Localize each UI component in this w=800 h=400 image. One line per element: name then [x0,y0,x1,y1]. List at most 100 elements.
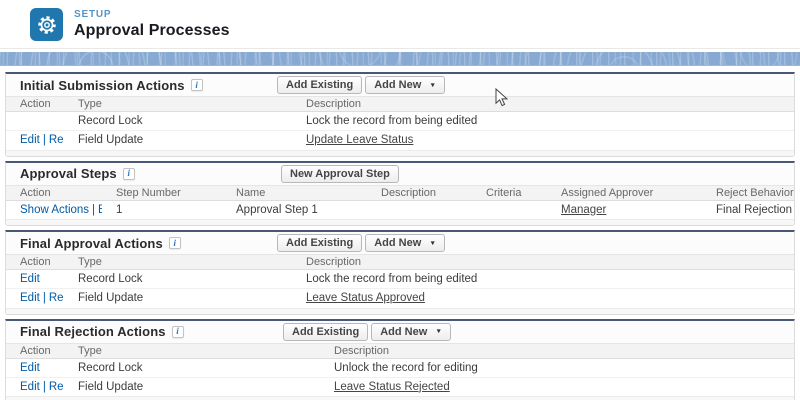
column-header-action: Action [6,184,102,201]
add-new-button[interactable]: Add New ▼ [371,322,452,341]
column-header-row: Action Step Number Name Description Crit… [6,184,794,201]
description-cell: Leave Status Approved [292,288,794,308]
column-header-type: Type [64,342,320,359]
table-row: Record Lock Lock the record from being e… [6,111,794,131]
action-cell: Edit|Remove [6,376,64,396]
column-header-action: Action [6,342,64,359]
info-icon[interactable]: i [171,325,184,338]
remove-action-link[interactable]: Remove [49,134,64,146]
add-existing-button[interactable]: Add Existing [283,322,369,341]
table-row: Edit|Remove Field Update Leave Status Ap… [6,288,794,308]
column-header-row: Action Type Description [6,342,794,359]
info-icon[interactable]: i [168,237,181,249]
reject-behavior-cell: Final Rejection [702,200,794,219]
assigned-approver-cell: Manager [547,200,702,219]
section-header: Final Approval Actions i Add Existing Ad… [6,232,794,254]
section-header: Final Rejection Actions i Add Existing A… [6,320,794,343]
remove-action-link[interactable]: Remove [49,381,64,393]
edit-action-link[interactable]: Edit [20,292,40,304]
section-footer [6,219,794,225]
edit-action-link[interactable]: Edit [20,134,40,146]
setup-header: SETUP Approval Processes [0,0,800,48]
column-header-row: Action Type Description [6,254,794,270]
edit-action-link[interactable]: Edit [20,362,40,374]
section-header: Approval Steps i New Approval Step [6,162,794,185]
table-row: Edit|Remove Field Update Update Leave St… [6,130,794,150]
table-row: Edit Record Lock Unlock the record for e… [6,358,794,377]
column-header-description: Description [292,254,794,270]
add-new-button[interactable]: Add New ▼ [365,76,446,94]
column-header-type: Type [64,96,292,112]
section-title: Approval Steps [20,166,117,181]
section-title: Initial Submission Actions [20,77,185,93]
section-footer [6,307,794,314]
column-header-criteria: Criteria [472,184,547,201]
section-initial-submission-actions: Initial Submission Actions i Add Existin… [5,72,795,157]
add-new-button[interactable]: Add New ▼ [365,234,446,252]
description-cell: Lock the record from being edited [292,269,794,289]
section-footer [6,149,794,156]
info-icon[interactable]: i [190,79,203,91]
column-header-description: Description [367,184,472,201]
setup-eyebrow: SETUP [74,9,112,20]
column-header-description: Description [320,342,794,359]
column-header-description: Description [292,96,794,112]
new-approval-step-button[interactable]: New Approval Step [281,164,399,183]
section-final-rejection-actions: Final Rejection Actions i Add Existing A… [5,318,795,400]
action-cell: Edit|Remove [6,130,64,150]
dropdown-arrow-icon: ▼ [435,328,443,335]
column-header-type: Type [64,254,292,270]
type-cell: Field Update [64,376,320,396]
add-existing-button[interactable]: Add Existing [277,234,363,252]
dropdown-arrow-icon: ▼ [429,81,437,89]
manager-link[interactable]: Manager [561,204,606,216]
column-header-name: Name [222,184,367,201]
edit-action-link[interactable]: Edit [20,381,40,393]
table-row: Edit|Remove Field Update Leave Status Re… [6,376,794,396]
column-header-action: Action [6,96,64,112]
table-row: Show Actions|Edit|Del 1 Approval Step 1 … [6,200,794,219]
criteria-cell [472,200,547,219]
edit-action-link[interactable]: Edit [20,273,40,285]
leave-status-rejected-link[interactable]: Leave Status Rejected [334,381,450,393]
section-header: Initial Submission Actions i Add Existin… [6,74,794,96]
section-title: Final Approval Actions [20,235,163,251]
action-cell: Edit|Remove [6,288,64,308]
leave-status-approved-link[interactable]: Leave Status Approved [306,292,425,304]
type-cell: Field Update [64,288,292,308]
description-cell: Lock the record from being edited [292,111,794,131]
action-cell [6,111,64,131]
step-number-cell: 1 [102,200,222,219]
section-approval-steps: Approval Steps i New Approval Step Actio… [5,160,795,226]
column-header-row: Action Type Description [6,96,794,112]
section-final-approval-actions: Final Approval Actions i Add Existing Ad… [5,230,795,315]
description-cell: Leave Status Rejected [320,376,794,396]
column-header-reject-behavior: Reject Behavior [702,184,794,201]
action-cell: Edit [6,358,64,377]
type-cell: Record Lock [64,358,320,377]
info-icon[interactable]: i [122,167,135,180]
action-cell: Edit [6,269,64,289]
description-cell [367,200,472,219]
section-title: Final Rejection Actions [20,324,166,339]
edit-action-link[interactable]: Edit [98,204,102,216]
column-header-step-number: Step Number [102,184,222,201]
update-leave-status-link[interactable]: Update Leave Status [306,134,413,146]
type-cell: Record Lock [64,269,292,289]
remove-action-link[interactable]: Remove [49,292,64,304]
column-header-action: Action [6,254,64,270]
page-title: Approval Processes [74,22,230,39]
type-cell: Field Update [64,130,292,150]
description-cell: Unlock the record for editing [320,358,794,377]
table-row: Edit Record Lock Lock the record from be… [6,269,794,289]
name-cell: Approval Step 1 [222,200,367,219]
type-cell: Record Lock [64,111,292,131]
decorative-band [0,52,800,66]
action-cell: Show Actions|Edit|Del [6,200,102,219]
column-header-assigned-approver: Assigned Approver [547,184,702,201]
section-footer [6,396,794,400]
show-actions-link[interactable]: Show Actions [20,204,89,216]
add-existing-button[interactable]: Add Existing [277,76,363,94]
setup-gear-icon [30,8,63,41]
description-cell: Update Leave Status [292,130,794,150]
